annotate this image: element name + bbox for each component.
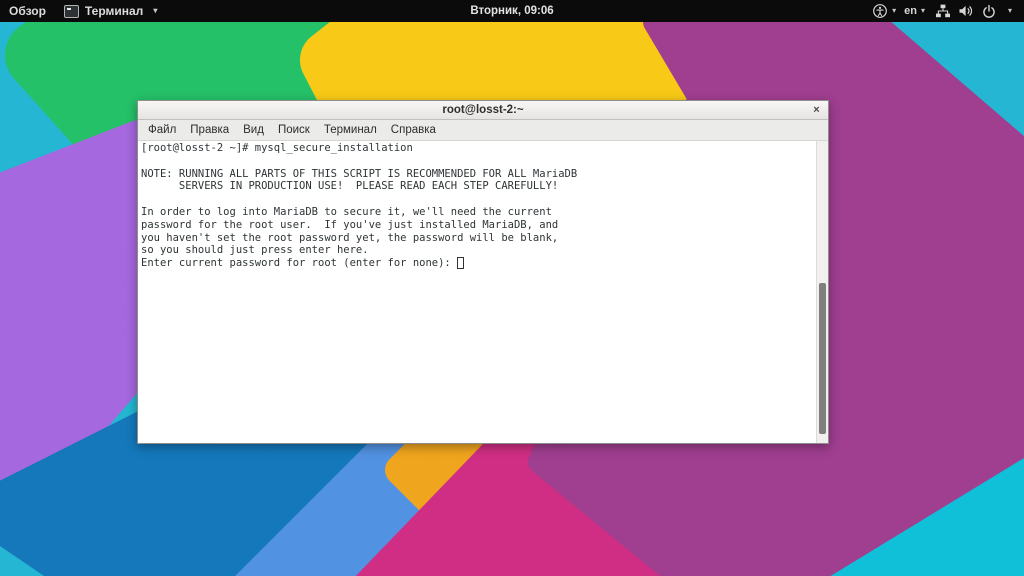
menu-item-5[interactable]: Справка (384, 120, 443, 140)
menu-item-4[interactable]: Терминал (317, 120, 384, 140)
activities-button[interactable]: Обзор (0, 0, 55, 22)
chevron-down-icon: ▾ (153, 6, 158, 15)
close-icon: × (813, 103, 820, 116)
chevron-down-icon: ▾ (920, 6, 925, 15)
accessibility-icon (873, 4, 888, 18)
menu-item-2[interactable]: Вид (236, 120, 271, 140)
terminal-scrollbar[interactable] (816, 141, 828, 443)
chevron-down-icon: ▾ (1007, 6, 1012, 15)
menu-item-3[interactable]: Поиск (271, 120, 317, 140)
terminal-output: [root@losst-2 ~]# mysql_secure_installat… (141, 142, 578, 257)
window-titlebar[interactable]: root@losst-2:~ × (138, 101, 828, 120)
menu-bar: Файл Правка Вид Поиск Терминал Справка (138, 120, 828, 141)
app-menu-label: Терминал (84, 4, 144, 18)
volume-icon (959, 5, 973, 17)
terminal-content-area[interactable]: [root@losst-2 ~]# mysql_secure_installat… (138, 141, 828, 443)
keyboard-layout-menu[interactable]: en ▾ (900, 0, 929, 22)
power-icon (983, 4, 995, 18)
terminal-prompt-text: Enter current password for root (enter f… (141, 257, 458, 270)
wired-network-icon (935, 4, 950, 18)
menu-item-0[interactable]: Файл (141, 120, 183, 140)
keyboard-layout-indicator: en (904, 5, 917, 17)
accessibility-menu[interactable]: ▾ (868, 0, 900, 22)
scrollbar-thumb[interactable] (819, 282, 826, 434)
chevron-down-icon: ▾ (892, 6, 897, 15)
system-menu[interactable]: ▾ (929, 3, 1018, 19)
terminal-window: root@losst-2:~ × Файл Правка Вид Поиск Терми… (137, 100, 829, 444)
window-title: root@losst-2:~ (442, 104, 524, 116)
terminal-icon (63, 4, 79, 18)
terminal-cursor (457, 257, 465, 270)
terminal-prompt-line: Enter current password for root (enter f… (138, 257, 828, 270)
clock[interactable]: Вторник, 09:06 (470, 5, 553, 17)
top-bar: Обзор Терминал ▾ Вторник, 09:06 ▾ en ▾ ▾ (0, 0, 1024, 22)
menu-item-1[interactable]: Правка (183, 120, 236, 140)
close-button[interactable]: × (809, 102, 824, 117)
app-menu-terminal[interactable]: Терминал ▾ (55, 0, 166, 22)
